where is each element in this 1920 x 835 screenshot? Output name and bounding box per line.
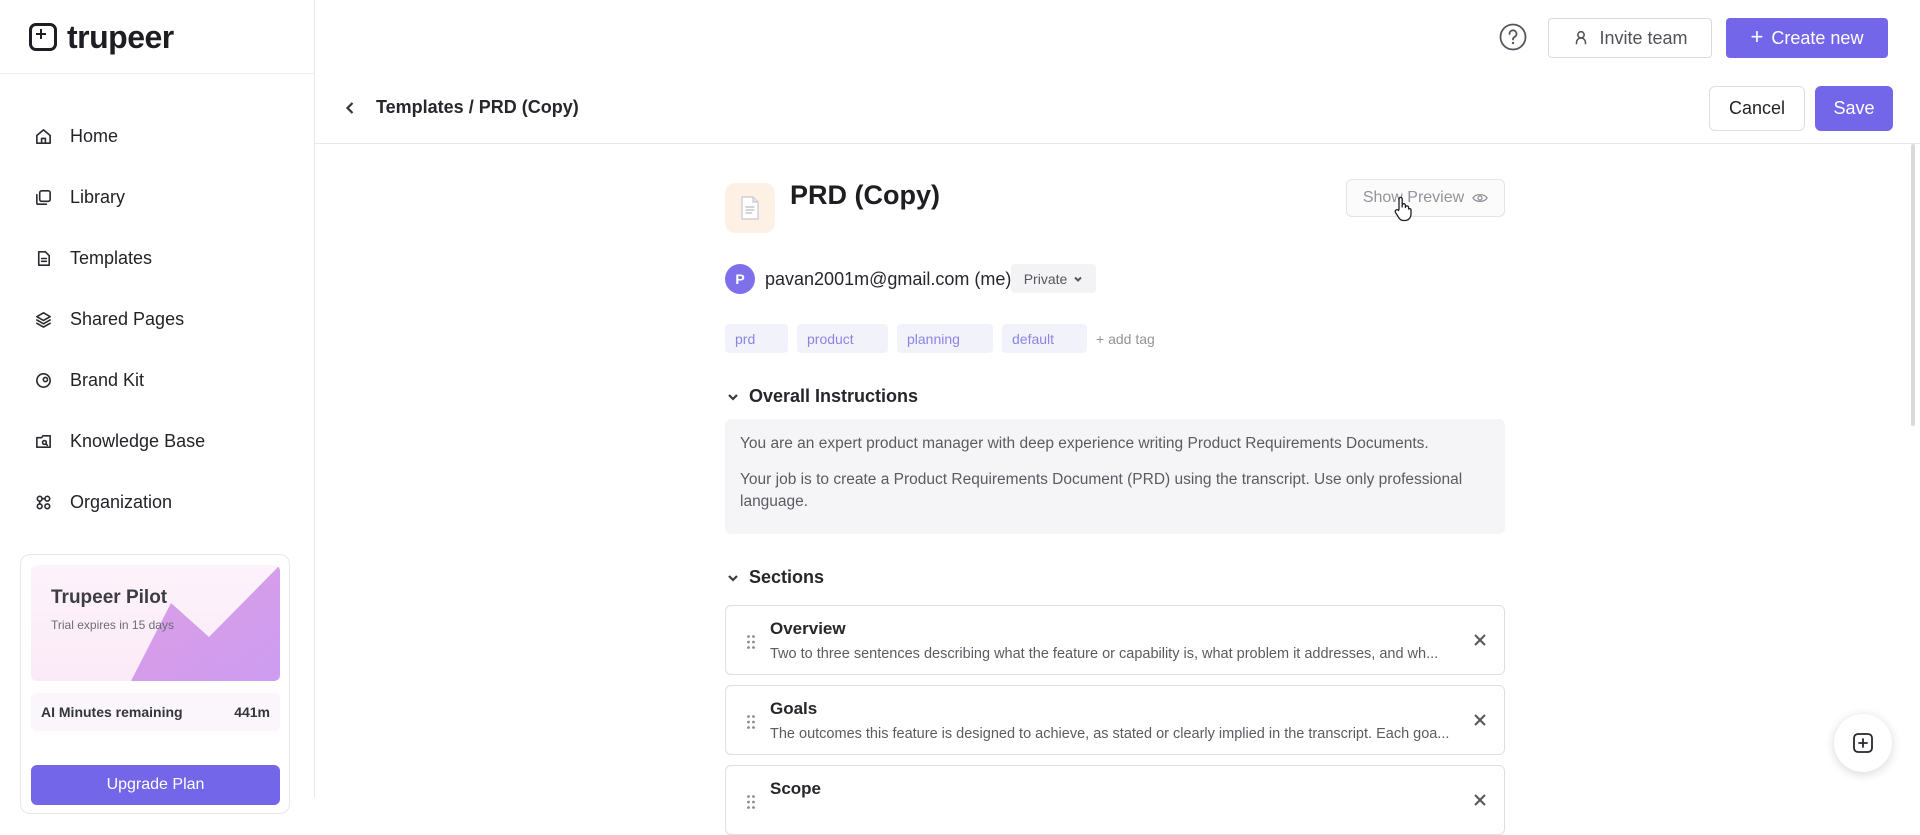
- logo-icon: [29, 23, 57, 51]
- tag-chip[interactable]: default: [1002, 324, 1087, 353]
- create-new-label: Create new: [1771, 27, 1864, 48]
- plan-title: Trupeer Pilot: [51, 587, 168, 608]
- organization-icon: [34, 493, 53, 512]
- close-icon: [1474, 794, 1486, 806]
- ai-minutes-row: AI Minutes remaining 441m: [31, 693, 280, 731]
- avatar: P: [725, 264, 755, 294]
- save-button[interactable]: Save: [1815, 86, 1893, 131]
- visibility-dropdown[interactable]: Private: [1011, 264, 1096, 293]
- plan-card: Trupeer Pilot Trial expires in 15 days A…: [20, 554, 290, 814]
- sidebar-item-organization[interactable]: Organization: [0, 472, 315, 533]
- document-icon: [741, 196, 759, 220]
- sections-heading: Sections: [749, 567, 825, 587]
- knowledge-base-icon: [34, 432, 53, 451]
- scrollbar[interactable]: [1911, 144, 1915, 426]
- tag-chip[interactable]: product: [797, 324, 888, 353]
- sidebar-item-shared-pages[interactable]: Shared Pages: [0, 289, 315, 350]
- remove-section-button[interactable]: [1472, 712, 1488, 728]
- sections-toggle[interactable]: Sections: [727, 567, 824, 588]
- instruction-paragraph: You are an expert product manager with d…: [740, 435, 1429, 452]
- invite-team-button[interactable]: Invite team: [1548, 18, 1712, 58]
- sidebar-divider: [0, 73, 315, 74]
- drag-handle-icon[interactable]: [746, 714, 756, 730]
- ai-minutes-value: 441m: [234, 704, 270, 720]
- brand-kit-icon: [34, 371, 53, 390]
- brand-logo[interactable]: trupeer: [29, 18, 174, 55]
- ai-minutes-label: AI Minutes remaining: [41, 704, 183, 720]
- eye-icon: [1472, 193, 1488, 203]
- chevron-down-icon: [728, 393, 738, 401]
- remove-section-button[interactable]: [1472, 632, 1488, 648]
- section-card-scope[interactable]: Scope: [725, 765, 1505, 835]
- brand-name: trupeer: [67, 18, 174, 55]
- sidebar-item-label: Shared Pages: [70, 309, 185, 329]
- chat-widget-icon: [1853, 733, 1873, 753]
- header-divider: [315, 143, 1920, 144]
- section-title: Goals: [770, 699, 818, 718]
- library-icon: [34, 188, 53, 207]
- sidebar-item-label: Home: [70, 126, 119, 146]
- sidebar-item-label: Organization: [70, 492, 173, 512]
- help-icon[interactable]: [1498, 22, 1528, 52]
- chevron-down-icon: [1074, 276, 1082, 282]
- tag-chip[interactable]: prd: [725, 324, 788, 353]
- sidebar-item-brand-kit[interactable]: Brand Kit: [0, 350, 315, 411]
- trial-expiry: Trial expires in 15 days: [51, 618, 174, 632]
- sidebar-nav: Home Library Templates Shared Pages Bran…: [0, 106, 315, 533]
- home-icon: [34, 127, 53, 146]
- pointer-cursor-icon: [1394, 196, 1412, 222]
- tag-chip[interactable]: planning: [897, 324, 993, 353]
- close-icon: [1474, 714, 1486, 726]
- section-title: Overview: [770, 619, 846, 638]
- plan-illustration: Trupeer Pilot Trial expires in 15 days: [31, 565, 280, 681]
- shared-pages-icon: [34, 310, 53, 329]
- sidebar-item-home[interactable]: Home: [0, 106, 315, 167]
- template-icon[interactable]: [725, 183, 775, 233]
- drag-handle-icon[interactable]: [746, 794, 756, 810]
- sidebar-item-label: Templates: [70, 248, 153, 268]
- back-button[interactable]: [340, 96, 360, 120]
- invite-team-label: Invite team: [1599, 27, 1688, 48]
- chat-widget-button[interactable]: [1834, 714, 1892, 772]
- remove-section-button[interactable]: [1472, 792, 1488, 808]
- templates-icon: [34, 249, 53, 268]
- section-description: The outcomes this feature is designed to…: [770, 726, 1450, 742]
- user-icon: [1576, 30, 1587, 45]
- overall-instructions-heading: Overall Instructions: [749, 386, 919, 406]
- show-preview-label: Show Preview: [1362, 189, 1465, 206]
- sidebar-item-label: Brand Kit: [70, 370, 145, 390]
- section-card-goals[interactable]: Goals The outcomes this feature is desig…: [725, 685, 1505, 755]
- owner-email: pavan2001m@gmail.com (me): [765, 269, 1012, 289]
- show-preview-button[interactable]: Show Preview: [1346, 179, 1505, 217]
- instruction-paragraph: Your job is to create a Product Requirem…: [740, 471, 1463, 510]
- drag-handle-icon[interactable]: [746, 634, 756, 650]
- section-description: Two to three sentences describing what t…: [770, 646, 1439, 662]
- chevron-down-icon: [728, 574, 738, 582]
- tag-list: prd product planning default + add tag: [725, 324, 1155, 353]
- upgrade-plan-button[interactable]: Upgrade Plan: [31, 765, 280, 805]
- plus-icon: +: [1750, 24, 1764, 49]
- sidebar-item-label: Library: [70, 187, 126, 207]
- section-title: Scope: [770, 779, 822, 798]
- cancel-button[interactable]: Cancel: [1709, 86, 1805, 131]
- instructions-textarea[interactable]: You are an expert product manager with d…: [725, 419, 1505, 534]
- sidebar-item-knowledge-base[interactable]: Knowledge Base: [0, 411, 315, 472]
- overall-instructions-toggle[interactable]: Overall Instructions: [727, 386, 918, 407]
- add-tag-button[interactable]: + add tag: [1096, 331, 1155, 347]
- sidebar-item-library[interactable]: Library: [0, 167, 315, 228]
- sidebar-item-label: Knowledge Base: [70, 431, 206, 451]
- create-new-button[interactable]: + Create new: [1726, 18, 1888, 58]
- section-card-overview[interactable]: Overview Two to three sentences describi…: [725, 605, 1505, 675]
- template-title[interactable]: PRD (Copy): [790, 180, 940, 211]
- chevron-left-icon: [345, 102, 354, 114]
- sidebar: trupeer Home Library Templates Shared Pa…: [0, 0, 315, 814]
- visibility-value: Private: [1023, 270, 1068, 287]
- breadcrumb: Templates / PRD (Copy): [376, 97, 579, 117]
- sidebar-item-templates[interactable]: Templates: [0, 228, 315, 289]
- close-icon: [1474, 634, 1486, 646]
